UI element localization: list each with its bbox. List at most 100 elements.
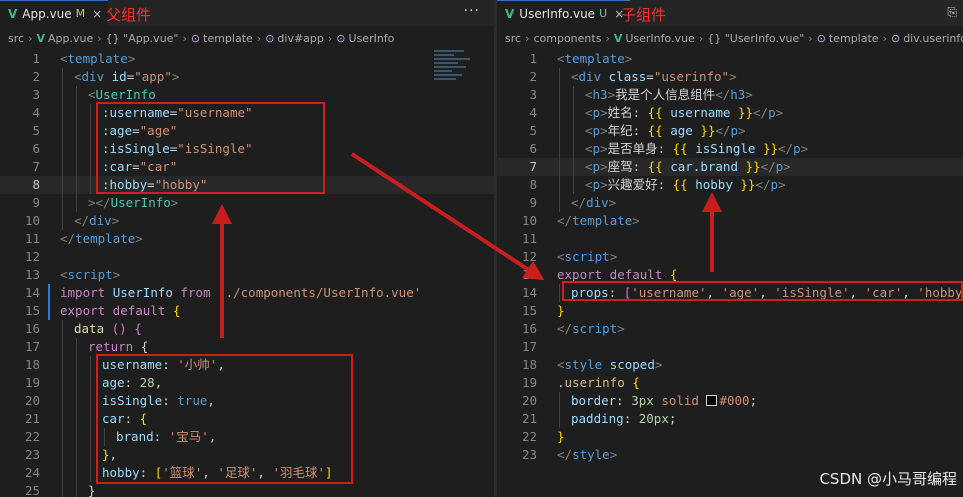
code-line[interactable]: 17 <box>497 338 963 356</box>
code-token: class <box>608 69 647 84</box>
code-token: { <box>172 303 181 318</box>
code-line[interactable]: 23 </style> <box>497 446 963 464</box>
code-token: solid <box>661 393 707 408</box>
element-icon: ⊙ <box>816 31 826 45</box>
code-text: } <box>88 482 96 497</box>
code-token: > <box>127 51 136 66</box>
code-line[interactable]: 10 </div> <box>0 212 494 230</box>
split-editor-icon[interactable]: ⎘ <box>947 5 957 20</box>
code-line[interactable]: 8 <p>兴趣爱好: {{ hobby }}</p> <box>497 176 963 194</box>
code-token: > <box>729 69 737 84</box>
code-text: <p>姓名: {{ username }}</p> <box>585 104 783 122</box>
code-line[interactable]: 2 <div id="app"> <box>0 68 494 86</box>
code-token: export default <box>60 303 173 318</box>
code-line[interactable]: 9 ></UserInfo> <box>0 194 494 212</box>
code-token: ; <box>668 411 677 426</box>
code-line[interactable]: 25} <box>0 482 494 497</box>
line-number: 3 <box>32 87 40 102</box>
code-token: div <box>89 213 112 228</box>
code-line[interactable]: 7 <p>座驾: {{ car.brand }}</p> <box>497 158 963 176</box>
code-token: p <box>793 141 801 156</box>
code-text: </style> <box>557 446 617 464</box>
code-token: </ <box>557 213 573 228</box>
code-line[interactable]: 3 <h3>我是个人信息组件</h3> <box>497 86 963 104</box>
code-line[interactable]: 15 export default { <box>0 302 494 320</box>
code-token: .userinfo <box>557 375 633 390</box>
code-line[interactable]: 2 <div class="userinfo"> <box>497 68 963 86</box>
code-text: <style scoped> <box>557 356 662 374</box>
code-line[interactable]: 21 padding: 20px; <box>497 410 963 428</box>
code-line[interactable]: 1 <template> <box>0 50 494 68</box>
code-token: { <box>140 339 149 354</box>
breadcrumb-item[interactable]: V UserInfo.vue <box>614 32 695 45</box>
code-line[interactable]: 6 <p>是否单身: {{ isSingle }}</p> <box>497 140 963 158</box>
breadcrumb-item[interactable]: {} "App.vue" <box>106 32 179 45</box>
color-swatch[interactable] <box>706 395 718 406</box>
code-line[interactable]: 5 <p>年纪: {{ age }}</p> <box>497 122 963 140</box>
watermark: CSDN @小马哥编程 <box>819 470 957 488</box>
breadcrumb-label: UserInfo.vue <box>625 31 695 45</box>
more-actions-icon[interactable]: ··· <box>464 3 480 19</box>
line-number: 12 <box>521 249 537 264</box>
code-text: ></UserInfo> <box>88 194 178 212</box>
breadcrumb-item[interactable]: src <box>8 32 24 45</box>
line-number: 1 <box>32 51 40 66</box>
close-icon[interactable]: × <box>92 7 102 21</box>
code-text: <script> <box>557 248 617 266</box>
code-line[interactable]: 15} <box>497 302 963 320</box>
code-token: > <box>600 105 608 120</box>
breadcrumb-item[interactable]: V App.vue <box>36 32 93 45</box>
code-text: <p>年纪: {{ age }}</p> <box>585 122 746 140</box>
code-line[interactable]: 10 </template> <box>497 212 963 230</box>
code-token: { <box>669 267 678 282</box>
line-number: 5 <box>529 123 537 138</box>
code-line[interactable]: 13 <script> <box>0 266 494 284</box>
line-number: 4 <box>529 105 537 120</box>
breadcrumb-item[interactable]: components <box>533 32 601 45</box>
tab-userinfo-vue[interactable]: V UserInfo.vue U × <box>497 0 631 26</box>
breadcrumb-item[interactable]: ⊙ UserInfo <box>336 32 394 45</box>
element-icon: ⊙ <box>890 31 901 45</box>
code-line[interactable]: 20 border: 3px solid #000; <box>497 392 963 410</box>
code-token: 座驾: <box>607 159 648 174</box>
code-line[interactable]: 16 data () { <box>0 320 494 338</box>
code-line[interactable]: 1 <template> <box>497 50 963 68</box>
code-line[interactable]: 11 <box>497 230 963 248</box>
breadcrumb-item[interactable]: {} "UserInfo.vue" <box>707 32 804 45</box>
breadcrumb-item[interactable]: ⊙ div#app <box>265 32 324 45</box>
code-line[interactable]: 11 </template> <box>0 230 494 248</box>
code-line[interactable]: 12 <box>0 248 494 266</box>
code-token: UserInfo <box>112 285 181 300</box>
code-token: < <box>571 69 579 84</box>
line-number: 15 <box>521 303 537 318</box>
code-token: }} <box>755 141 779 156</box>
breadcrumb-item[interactable]: ⊙ div.userinfo <box>891 32 963 45</box>
code-token: h3 <box>592 87 608 102</box>
code-line[interactable]: 14 import UserInfo from './components/Use… <box>0 284 494 302</box>
breadcrumb-item[interactable]: ⊙ template <box>191 32 253 45</box>
code-token: div <box>81 69 112 84</box>
code-editor[interactable]: 1 <template> 2 <div class="userinfo"> 3 <h3>我… <box>497 50 963 464</box>
editor-pane-userinfo-vue[interactable]: V UserInfo.vue U × 子组件 ⎘ src › components ›… <box>497 0 963 497</box>
code-token: > <box>737 123 746 138</box>
element-icon: ⊙ <box>265 31 275 45</box>
line-number: 7 <box>32 159 40 174</box>
line-number: 23 <box>521 447 537 462</box>
breadcrumb-item[interactable]: ⊙ template <box>817 32 879 45</box>
code-line[interactable]: 12 <script> <box>497 248 963 266</box>
line-number: 2 <box>529 69 537 84</box>
line-number: 7 <box>529 159 537 174</box>
breadcrumb-item[interactable]: src <box>505 32 521 45</box>
tab-app-vue[interactable]: V App.vue M × <box>0 0 109 26</box>
code-token: style <box>564 357 610 372</box>
code-token: > <box>600 141 608 156</box>
line-number: 15 <box>24 303 40 318</box>
code-line[interactable]: 4 <p>姓名: {{ username }}</p> <box>497 104 963 122</box>
code-line[interactable]: 18 <style scoped> <box>497 356 963 374</box>
code-token: </ <box>557 447 573 462</box>
code-line[interactable]: 19 .userinfo { <box>497 374 963 392</box>
code-line[interactable]: 9 </div> <box>497 194 963 212</box>
code-token: > <box>654 357 663 372</box>
code-line[interactable]: 16 </script> <box>497 320 963 338</box>
code-line[interactable]: 22} <box>497 428 963 446</box>
